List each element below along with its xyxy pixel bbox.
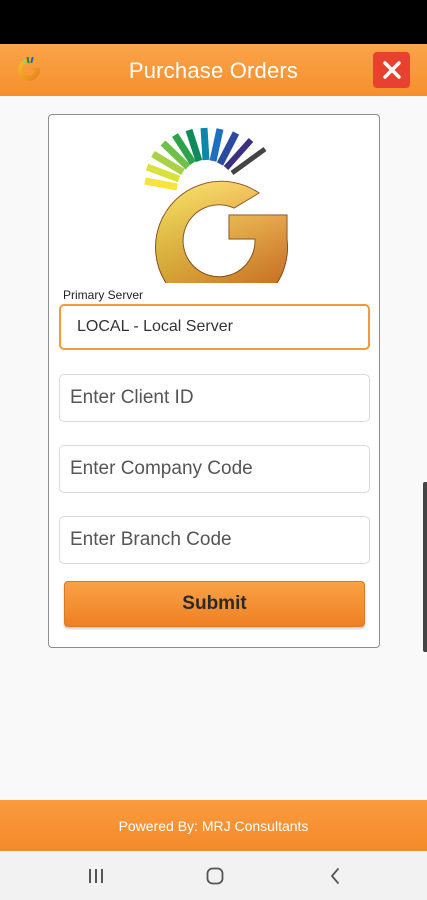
close-button[interactable]: [373, 52, 410, 88]
back-button[interactable]: [315, 861, 355, 891]
client-id-input[interactable]: [59, 374, 370, 422]
company-code-input[interactable]: [59, 445, 370, 493]
primary-server-value: LOCAL - Local Server: [77, 318, 233, 335]
home-button[interactable]: [195, 861, 235, 891]
page-title: Purchase Orders: [128, 58, 299, 83]
recents-button[interactable]: [76, 861, 116, 891]
submit-button[interactable]: Submit: [64, 581, 365, 627]
brand-logo: [144, 127, 289, 283]
back-icon: [331, 868, 339, 884]
main-content: Primary Server LOCAL - Local Server Subm…: [0, 96, 427, 800]
branch-code-input[interactable]: [59, 516, 370, 564]
status-bar: [0, 0, 427, 44]
primary-server-label: Primary Server: [63, 288, 144, 302]
close-icon: [382, 61, 401, 79]
primary-server-select[interactable]: LOCAL - Local Server: [59, 304, 370, 350]
scroll-indicator[interactable]: [423, 482, 427, 652]
app-header: Purchase Orders: [0, 44, 427, 96]
footer: Powered By: MRJ Consultants: [0, 800, 427, 851]
recents-icon: [89, 869, 103, 883]
footer-text: Powered By: MRJ Consultants: [118, 817, 309, 834]
system-nav-bar: [0, 851, 427, 900]
home-icon: [206, 867, 224, 885]
login-card: Primary Server LOCAL - Local Server Subm…: [48, 114, 380, 648]
